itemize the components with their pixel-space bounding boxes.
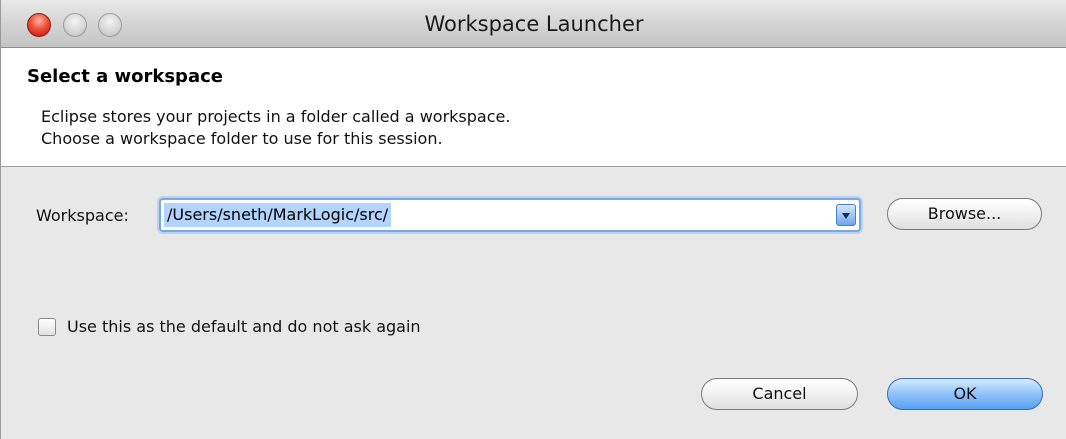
workspace-label: Workspace: (36, 206, 129, 225)
header-description-line-2: Choose a workspace folder to use for thi… (41, 129, 443, 148)
workspace-path-input[interactable]: /Users/sneth/MarkLogic/src/ (164, 203, 392, 227)
browse-button[interactable]: Browse... (887, 198, 1042, 230)
workspace-launcher-window: Workspace Launcher Select a workspace Ec… (0, 0, 1066, 439)
workspace-combobox[interactable]: /Users/sneth/MarkLogic/src/ (159, 198, 861, 232)
cancel-button[interactable]: Cancel (701, 378, 858, 410)
dropdown-arrow-icon[interactable] (836, 204, 856, 226)
ok-button[interactable]: OK (887, 378, 1043, 410)
header-description-line-1: Eclipse stores your projects in a folder… (41, 107, 511, 126)
header-description: Eclipse stores your projects in a folder… (41, 106, 510, 150)
header-title: Select a workspace (27, 66, 223, 87)
default-workspace-label[interactable]: Use this as the default and do not ask a… (67, 317, 421, 336)
dialog-header: Select a workspace Eclipse stores your p… (1, 48, 1066, 167)
title-bar[interactable]: Workspace Launcher (1, 0, 1066, 48)
window-title: Workspace Launcher (424, 12, 644, 36)
default-workspace-checkbox[interactable] (38, 318, 56, 336)
